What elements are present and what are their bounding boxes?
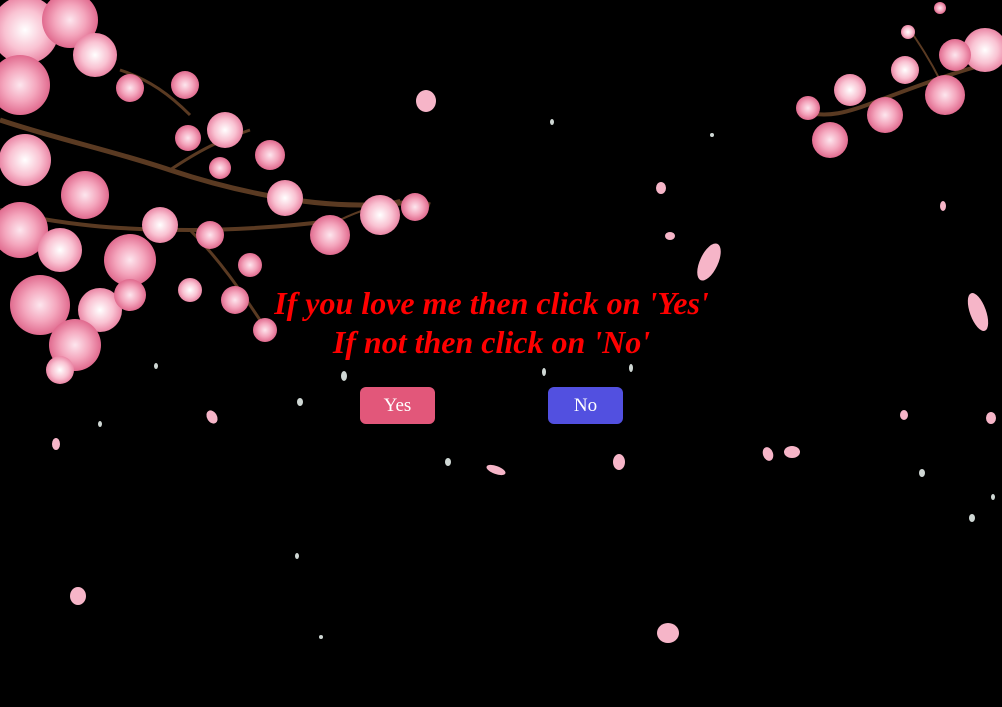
- falling-petals: [52, 90, 996, 643]
- question-line-2: If not then click on 'No': [332, 324, 651, 360]
- no-button[interactable]: No: [548, 387, 623, 424]
- question-line-1: If you love me then click on 'Yes': [274, 285, 709, 321]
- yes-button[interactable]: Yes: [360, 387, 435, 424]
- right-blossom-branch: [796, 2, 1002, 158]
- love-question-text: If you love me then click on 'Yes' If no…: [0, 284, 983, 362]
